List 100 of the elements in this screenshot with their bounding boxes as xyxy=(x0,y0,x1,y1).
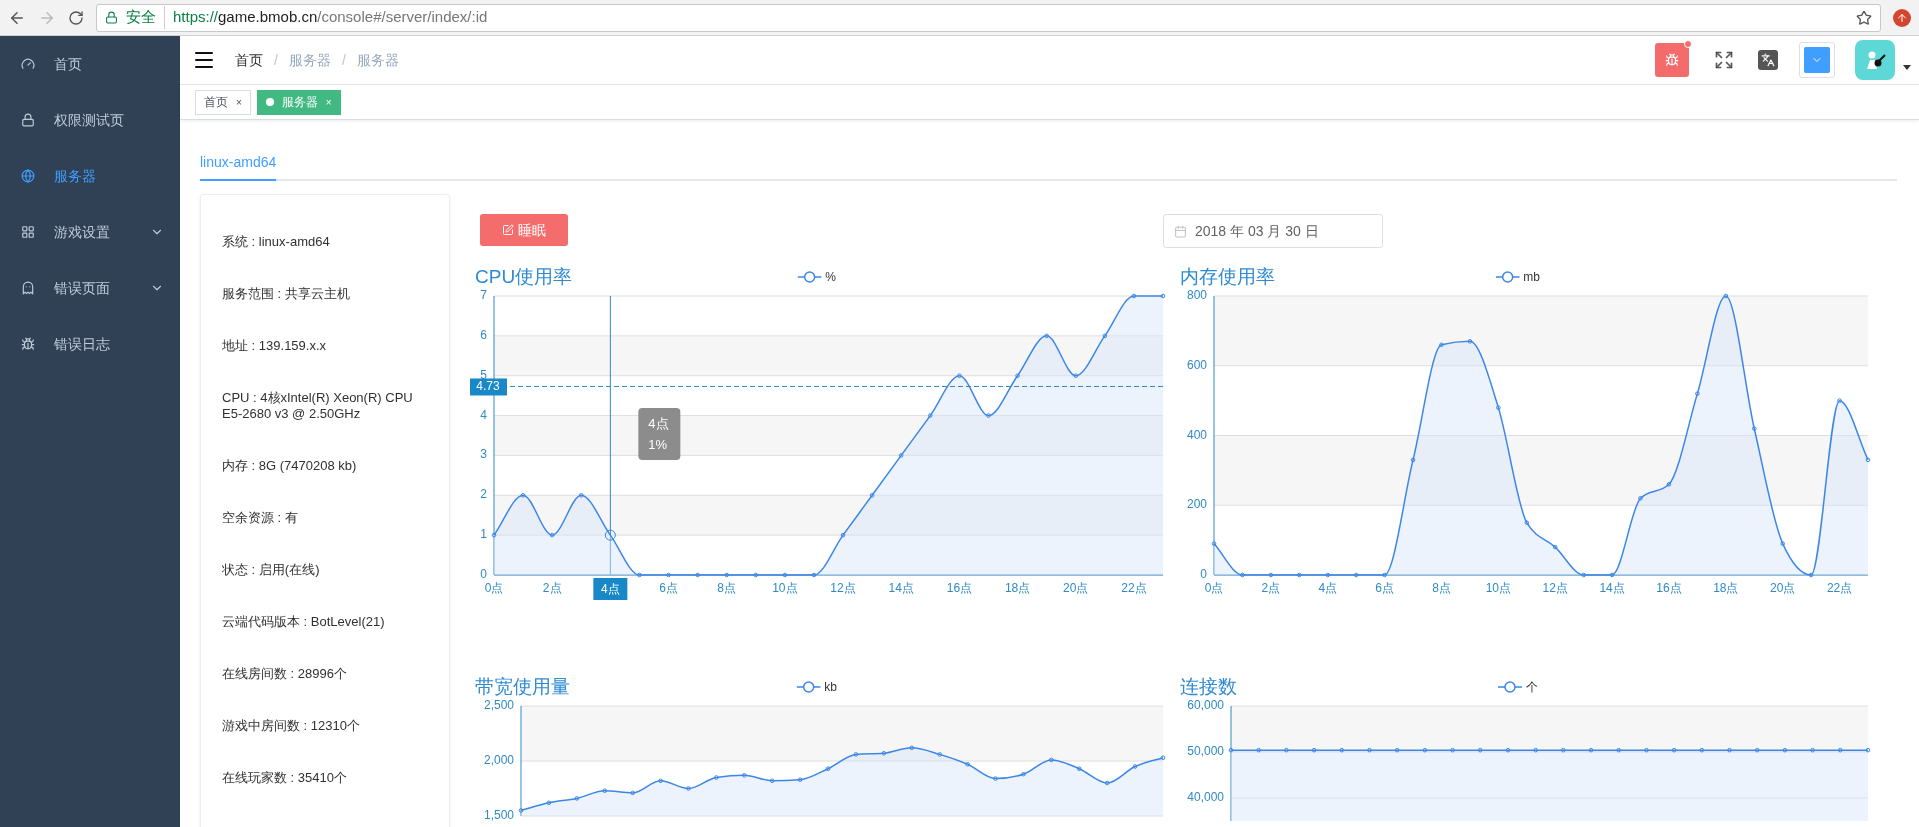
data-point[interactable] xyxy=(1382,572,1387,578)
sidebar-item[interactable]: 服务器 xyxy=(0,148,180,204)
data-point[interactable] xyxy=(965,762,970,767)
data-point[interactable] xyxy=(742,773,747,778)
sidebar-item[interactable]: 首页 xyxy=(0,36,180,92)
data-point[interactable] xyxy=(753,572,759,578)
data-point[interactable] xyxy=(686,786,691,791)
data-point[interactable] xyxy=(602,788,608,793)
data-point[interactable] xyxy=(1450,747,1455,753)
dropdown-button[interactable] xyxy=(1799,42,1835,78)
data-point[interactable] xyxy=(518,808,524,813)
data-point[interactable] xyxy=(1616,747,1622,753)
data-point[interactable] xyxy=(769,778,775,784)
data-point[interactable] xyxy=(1076,766,1082,771)
data-point[interactable] xyxy=(546,800,552,806)
data-point[interactable] xyxy=(1104,780,1110,786)
data-point[interactable] xyxy=(1160,293,1166,299)
data-point[interactable] xyxy=(1505,747,1511,753)
data-point[interactable] xyxy=(1422,747,1428,753)
data-point[interactable] xyxy=(658,778,663,784)
data-point[interactable] xyxy=(937,752,942,757)
data-point[interactable] xyxy=(898,453,904,458)
data-point[interactable] xyxy=(1467,339,1473,344)
data-point[interactable] xyxy=(637,572,642,578)
data-point[interactable] xyxy=(1838,747,1843,753)
data-point[interactable] xyxy=(840,532,846,538)
bug-button[interactable] xyxy=(1655,43,1689,77)
chart-legend[interactable]: kb xyxy=(796,678,837,696)
date-field[interactable]: 2018 年 03 月 30 日 xyxy=(1163,214,1383,248)
data-point[interactable] xyxy=(1367,747,1372,753)
data-point[interactable] xyxy=(1211,541,1217,546)
data-point[interactable] xyxy=(797,777,803,782)
data-point[interactable] xyxy=(695,572,700,578)
data-point[interactable] xyxy=(1410,457,1416,463)
data-point[interactable] xyxy=(666,572,671,578)
data-point[interactable] xyxy=(604,529,616,541)
chart-legend[interactable]: mb xyxy=(1495,268,1540,286)
data-point[interactable] xyxy=(1394,747,1400,753)
data-point[interactable] xyxy=(1552,544,1558,550)
extension-icon[interactable] xyxy=(1893,8,1911,27)
data-point[interactable] xyxy=(1837,398,1842,403)
data-point[interactable] xyxy=(1581,572,1586,578)
data-point[interactable] xyxy=(1644,747,1649,753)
data-point[interactable] xyxy=(782,572,788,578)
data-point[interactable] xyxy=(986,413,991,418)
data-point[interactable] xyxy=(1751,426,1757,431)
sidebar-item[interactable]: 错误日志 xyxy=(0,316,180,372)
data-point[interactable] xyxy=(1131,293,1137,299)
data-point[interactable] xyxy=(1311,747,1317,753)
data-point[interactable] xyxy=(853,752,859,757)
data-point[interactable] xyxy=(1297,572,1302,578)
data-point[interactable] xyxy=(724,572,729,578)
data-point[interactable] xyxy=(1353,572,1359,578)
data-point[interactable] xyxy=(881,751,887,756)
data-point[interactable] xyxy=(1021,771,1026,777)
data-point[interactable] xyxy=(1865,747,1871,753)
data-point[interactable] xyxy=(1439,342,1444,348)
data-point[interactable] xyxy=(1524,520,1530,525)
data-point[interactable] xyxy=(993,776,998,781)
data-point[interactable] xyxy=(1339,747,1345,753)
sidebar-item[interactable]: 错误页面 xyxy=(0,260,180,316)
caret-icon[interactable] xyxy=(1903,64,1911,70)
data-point[interactable] xyxy=(630,790,635,796)
data-point[interactable] xyxy=(1671,747,1677,753)
fullscreen-icon[interactable] xyxy=(1714,50,1734,70)
data-point[interactable] xyxy=(1723,293,1729,299)
chart-legend[interactable]: 个 xyxy=(1497,678,1538,696)
data-point[interactable] xyxy=(825,766,831,771)
data-point[interactable] xyxy=(491,532,497,538)
chart-legend[interactable]: % xyxy=(797,268,836,286)
data-point[interactable] xyxy=(1782,747,1788,753)
data-point[interactable] xyxy=(549,532,555,538)
data-point[interactable] xyxy=(1609,572,1615,578)
data-point[interactable] xyxy=(1561,747,1566,753)
sidebar-item[interactable]: 游戏设置 xyxy=(0,204,180,260)
data-point[interactable] xyxy=(1865,457,1871,463)
data-point[interactable] xyxy=(811,572,817,578)
data-point[interactable] xyxy=(1808,572,1814,578)
data-point[interactable] xyxy=(1073,373,1079,378)
data-point[interactable] xyxy=(1015,373,1020,378)
sidebar-item[interactable]: 权限测试页 xyxy=(0,92,180,148)
data-point[interactable] xyxy=(1496,405,1501,410)
data-point[interactable] xyxy=(1666,482,1672,487)
data-point[interactable] xyxy=(1638,496,1643,501)
data-point[interactable] xyxy=(1699,747,1705,753)
data-point[interactable] xyxy=(957,373,962,378)
breadcrumb-item[interactable]: 首页 xyxy=(235,49,263,71)
data-point[interactable] xyxy=(1284,747,1289,753)
data-point[interactable] xyxy=(1240,572,1245,578)
avatar[interactable] xyxy=(1855,40,1895,80)
data-point[interactable] xyxy=(1044,333,1049,339)
data-point[interactable] xyxy=(1695,391,1700,396)
data-point[interactable] xyxy=(1132,764,1138,769)
bookmark-star-icon[interactable] xyxy=(1856,9,1872,26)
data-point[interactable] xyxy=(1780,541,1785,546)
data-point[interactable] xyxy=(578,493,584,498)
data-point[interactable] xyxy=(574,796,580,801)
data-point[interactable] xyxy=(1477,747,1483,753)
data-point[interactable] xyxy=(520,493,526,498)
data-point[interactable] xyxy=(1588,747,1594,753)
